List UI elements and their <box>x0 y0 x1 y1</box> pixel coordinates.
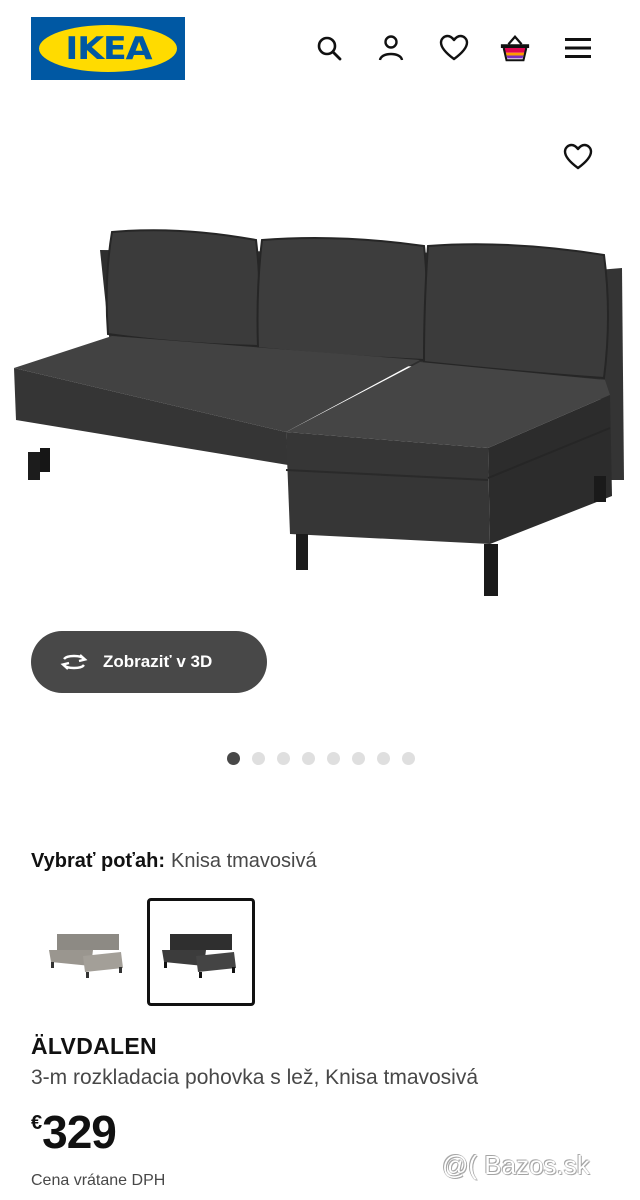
view-3d-label: Zobraziť v 3D <box>103 652 213 671</box>
product-price: € 329 <box>31 1104 117 1160</box>
gallery-dot-3[interactable] <box>277 752 290 765</box>
gallery-dot-7[interactable] <box>377 752 390 765</box>
add-to-favourites-icon[interactable] <box>560 140 596 174</box>
bazos-watermark: @( Bazos.sk <box>442 1150 590 1180</box>
product-name: ÄLVDALEN <box>31 1033 157 1059</box>
price-currency: € <box>31 1112 43 1134</box>
ikea-logo[interactable]: IKEA <box>31 17 185 80</box>
sofa-thumbnail-dark-gray <box>162 934 236 978</box>
logo-text: IKEA <box>65 30 152 67</box>
color-swatch-light-gray[interactable] <box>34 898 142 1006</box>
gallery-dot-5[interactable] <box>327 752 340 765</box>
vat-note: Cena vrátane DPH <box>31 1172 166 1189</box>
heart-icon[interactable] <box>438 32 470 64</box>
basket-icon[interactable] <box>499 32 531 64</box>
view-3d-button[interactable]: Zobraziť v 3D <box>31 631 267 693</box>
menu-icon[interactable] <box>562 32 594 64</box>
gallery-dot-2[interactable] <box>252 752 265 765</box>
logo-oval: IKEA <box>39 25 177 72</box>
rotate-3d-icon <box>60 654 88 670</box>
price-amount: 329 <box>42 1106 117 1158</box>
gallery-dot-6[interactable] <box>352 752 365 765</box>
color-selection-key: Vybrať poťah: <box>31 850 165 872</box>
user-icon[interactable] <box>375 32 407 64</box>
color-selection-value: Knisa tmavosivá <box>171 850 317 872</box>
product-description: 3-m rozkladacia pohovka s lež, Knisa tma… <box>31 1066 479 1089</box>
gallery-dot-1[interactable] <box>227 752 240 765</box>
color-swatch-dark-gray[interactable] <box>147 898 255 1006</box>
product-image[interactable] <box>0 210 640 630</box>
search-icon[interactable] <box>313 32 345 64</box>
gallery-dot-4[interactable] <box>302 752 315 765</box>
gallery-pagination <box>227 752 415 765</box>
gallery-dot-8[interactable] <box>402 752 415 765</box>
color-selection-label: Vybrať poťah: Knisa tmavosivá <box>31 850 317 873</box>
sofa-thumbnail-light-gray <box>49 934 123 978</box>
